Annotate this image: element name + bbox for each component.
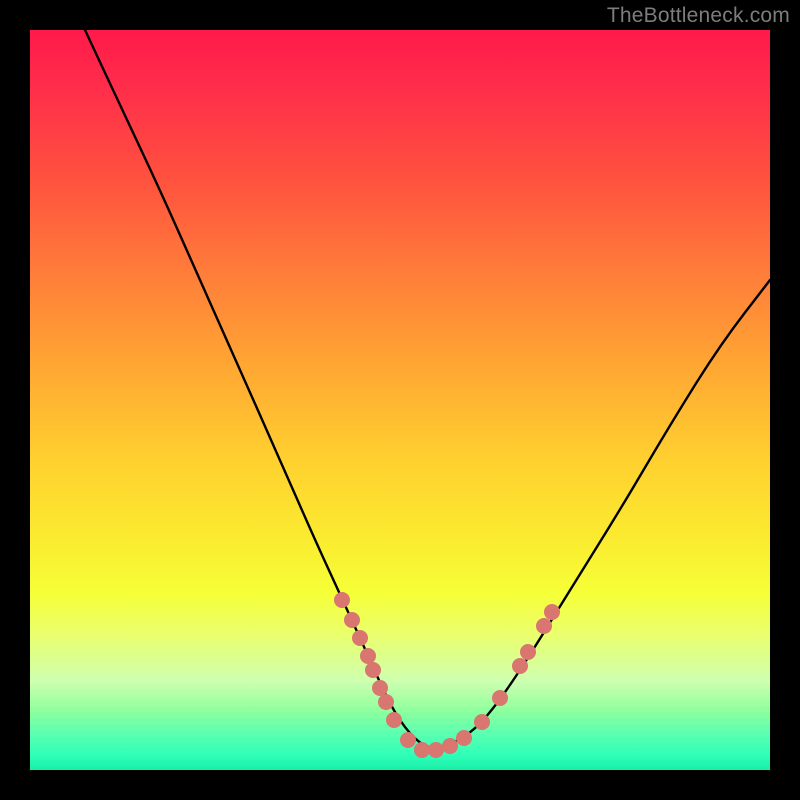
curve-marker — [474, 714, 490, 730]
curve-marker — [414, 742, 430, 758]
curve-marker — [365, 662, 381, 678]
curve-marker — [428, 742, 444, 758]
marker-group — [334, 592, 560, 758]
bottleneck-curve — [85, 30, 770, 748]
curve-marker — [386, 712, 402, 728]
curve-marker — [344, 612, 360, 628]
curve-marker — [456, 730, 472, 746]
plot-area — [30, 30, 770, 770]
curve-marker — [512, 658, 528, 674]
curve-marker — [334, 592, 350, 608]
curve-marker — [372, 680, 388, 696]
curve-marker — [442, 738, 458, 754]
curve-layer — [30, 30, 770, 770]
watermark-text: TheBottleneck.com — [607, 4, 790, 28]
curve-marker — [520, 644, 536, 660]
chart-frame: TheBottleneck.com — [0, 0, 800, 800]
curve-marker — [492, 690, 508, 706]
curve-marker — [378, 694, 394, 710]
curve-marker — [400, 732, 416, 748]
curve-marker — [536, 618, 552, 634]
curve-marker — [352, 630, 368, 646]
curve-marker — [360, 648, 376, 664]
curve-marker — [544, 604, 560, 620]
